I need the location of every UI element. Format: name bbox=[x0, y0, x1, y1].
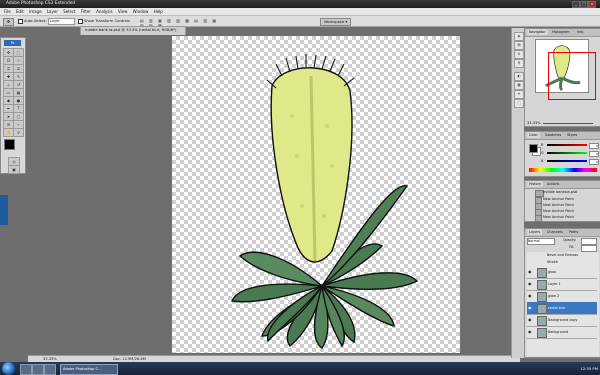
navigator-view-box[interactable] bbox=[548, 52, 596, 100]
history-panel: History Actions middle banksia.psd New A… bbox=[524, 180, 600, 222]
layers-panel: Layers Channels Paths Normal Opacity: Fi… bbox=[524, 228, 600, 358]
start-button[interactable] bbox=[2, 362, 15, 375]
banksia-artwork bbox=[231, 54, 419, 349]
tab-layers[interactable]: Layers bbox=[527, 229, 543, 235]
menu-view[interactable]: View bbox=[118, 8, 128, 15]
taskbar-photoshop-item[interactable]: Adobe Photoshop C... bbox=[60, 364, 118, 375]
move-tool-preset-icon[interactable]: ✥ bbox=[3, 18, 14, 26]
window-title: Adobe Photoshop CS3 Extended bbox=[6, 1, 76, 6]
dock-icon-3[interactable]: A bbox=[514, 50, 524, 59]
tab-swatches[interactable]: Swatches bbox=[543, 132, 563, 138]
menu-layer[interactable]: Layer bbox=[47, 8, 58, 15]
opacity-field[interactable] bbox=[581, 238, 597, 245]
close-button[interactable]: x bbox=[588, 1, 596, 8]
document-canvas[interactable] bbox=[172, 36, 460, 353]
channel-r-value[interactable]: 0 bbox=[589, 143, 599, 149]
menu-file[interactable]: File bbox=[4, 8, 11, 15]
tab-histogram[interactable]: Histogram bbox=[550, 29, 572, 35]
screen-mode-icon[interactable]: ▣ bbox=[8, 165, 20, 174]
quicklaunch-icon[interactable] bbox=[20, 364, 32, 375]
history-step[interactable]: New Anchor Point bbox=[527, 214, 599, 222]
tab-info[interactable]: Info bbox=[575, 29, 585, 35]
dock-icon-2[interactable]: ▤ bbox=[514, 41, 524, 50]
panel-dock-strip: ◈ ▤ A ¶ ◐ ▦ ✦ ⬚ bbox=[511, 28, 524, 358]
quicklaunch-icon[interactable] bbox=[32, 364, 44, 375]
foreground-color-swatch[interactable] bbox=[4, 139, 15, 150]
menu-analysis[interactable]: Analysis bbox=[96, 8, 112, 15]
toolbox: Ps ✥ ⬚ ʘ ✧ ⌗ ⧄ ✚ ✎ ⊥ ↺ ▭ ▦ ◆ ● ✒ T ➤ ▢ ✉… bbox=[0, 37, 26, 174]
tab-color[interactable]: Color bbox=[527, 132, 540, 138]
auto-select-checkbox[interactable]: Auto-Select: bbox=[18, 18, 47, 24]
navigator-zoom[interactable]: 33.33% bbox=[527, 121, 541, 125]
menu-bar: File Edit Image Layer Select Filter Anal… bbox=[0, 8, 600, 16]
navigator-thumbnail[interactable] bbox=[535, 39, 596, 100]
layer-row[interactable]: ◉ Background bbox=[527, 326, 597, 339]
zoom-tool-icon[interactable]: ⚲ bbox=[13, 128, 24, 137]
menu-window[interactable]: Window bbox=[133, 8, 149, 15]
menu-edit[interactable]: Edit bbox=[16, 8, 24, 15]
channel-r-label: R bbox=[541, 143, 544, 147]
maximize-button[interactable]: □ bbox=[580, 1, 588, 8]
menu-select[interactable]: Select bbox=[63, 8, 75, 15]
channel-b-value[interactable]: 0 bbox=[589, 159, 599, 165]
fill-field[interactable] bbox=[581, 245, 597, 252]
visibility-eye-icon[interactable]: ◉ bbox=[528, 317, 532, 322]
menu-image[interactable]: Image bbox=[29, 8, 42, 15]
photoshop-logo: Ps bbox=[4, 40, 21, 46]
dock-icon-5[interactable]: ◐ bbox=[514, 72, 524, 81]
history-snapshot[interactable]: middle banksia.psd bbox=[527, 189, 599, 197]
title-bar: Adobe Photoshop CS3 Extended _ □ x bbox=[0, 0, 600, 8]
dock-icon-4[interactable]: ¶ bbox=[514, 59, 524, 68]
tab-paths[interactable]: Paths bbox=[567, 229, 580, 235]
dock-icon-7[interactable]: ✦ bbox=[514, 90, 524, 99]
align-buttons[interactable]: ▤ ▥ ▦ ▧ ▨ ▩ ▤ ▥ ▦ ▧ ▨ ▩ bbox=[140, 18, 220, 28]
channel-b-label: B bbox=[541, 159, 544, 163]
color-ramp[interactable] bbox=[529, 168, 597, 172]
menu-help[interactable]: Help bbox=[154, 8, 163, 15]
channel-b-slider[interactable] bbox=[547, 160, 587, 162]
layers-list: Bevel and Emboss Stroke ◉ glow ◉ Layer 1 ◉… bbox=[527, 252, 599, 356]
color-panel: Color Swatches Styles R 0 G 0 B 0 bbox=[524, 131, 600, 177]
auto-select-dropdown[interactable]: Layer bbox=[48, 18, 75, 25]
taskbar: Adobe Photoshop C... 12:35 PM bbox=[0, 362, 600, 375]
workspace-button[interactable]: Workspace ▾ bbox=[320, 18, 352, 26]
channel-g-slider[interactable] bbox=[547, 152, 587, 154]
color-fg-swatch[interactable] bbox=[529, 144, 538, 153]
visibility-eye-icon[interactable]: ◉ bbox=[528, 305, 532, 310]
dock-icon-1[interactable]: ◈ bbox=[514, 32, 524, 41]
layer-effect-row[interactable]: Bevel and Emboss bbox=[527, 252, 597, 259]
tab-actions[interactable]: Actions bbox=[545, 181, 561, 187]
layer-effect-row[interactable]: Stroke bbox=[527, 259, 597, 266]
tab-navigator[interactable]: Navigator bbox=[527, 29, 548, 35]
channel-r-slider[interactable] bbox=[547, 144, 587, 146]
visibility-eye-icon[interactable]: ◉ bbox=[528, 269, 532, 274]
show-transform-checkbox[interactable]: Show Transform Controls bbox=[78, 18, 130, 24]
tab-channels[interactable]: Channels bbox=[545, 229, 565, 235]
menu-filter[interactable]: Filter bbox=[81, 8, 91, 15]
dock-icon-6[interactable]: ▦ bbox=[514, 81, 524, 90]
visibility-eye-icon[interactable]: ◉ bbox=[528, 281, 532, 286]
minimize-button[interactable]: _ bbox=[572, 1, 580, 8]
navigator-zoom-slider[interactable] bbox=[543, 123, 593, 124]
system-clock: 12:35 PM bbox=[580, 366, 598, 371]
navigator-panel: Navigator Histogram Info 33.33% bbox=[524, 28, 600, 127]
channel-g-label: G bbox=[541, 151, 544, 155]
opacity-label: Opacity: bbox=[563, 238, 577, 242]
fill-label: Fill: bbox=[569, 245, 575, 249]
left-dock-tab[interactable] bbox=[0, 195, 8, 225]
quicklaunch-icon[interactable] bbox=[44, 364, 56, 375]
dock-icon-8[interactable]: ⬚ bbox=[514, 99, 524, 108]
tab-history[interactable]: History bbox=[527, 181, 544, 187]
channel-g-value[interactable]: 0 bbox=[589, 151, 599, 157]
visibility-eye-icon[interactable]: ◉ bbox=[528, 293, 532, 298]
blend-mode-dropdown[interactable]: Normal bbox=[527, 238, 555, 245]
tab-styles[interactable]: Styles bbox=[565, 132, 579, 138]
visibility-eye-icon[interactable]: ◉ bbox=[528, 329, 532, 334]
